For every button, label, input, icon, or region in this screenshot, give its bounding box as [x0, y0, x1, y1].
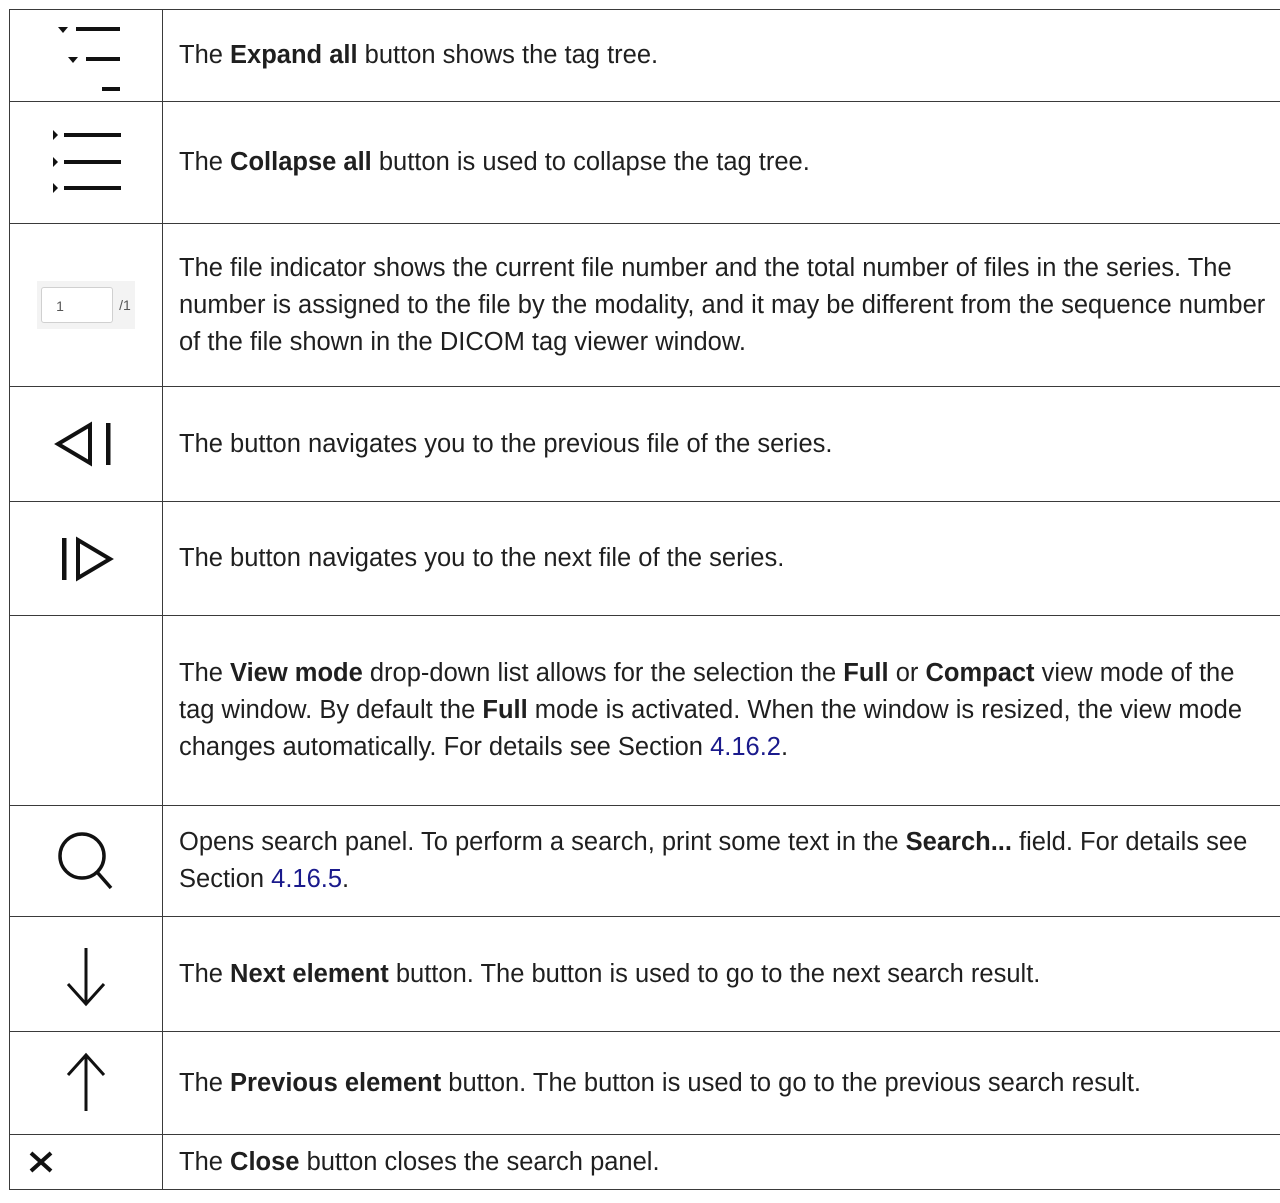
arrow-down-icon: [66, 948, 106, 1007]
icon-cell: [9, 615, 163, 806]
next-file-icon: [62, 535, 114, 582]
icon-cell: [9, 386, 163, 502]
description-cell: The button navigates you to the next fil…: [162, 501, 1280, 616]
view-mode-label: View mode: [230, 659, 363, 687]
icon-cell: [9, 916, 163, 1032]
table-row: The Close button closes the search panel…: [9, 1134, 1280, 1190]
section-link[interactable]: 4.16.5: [271, 865, 342, 893]
icon-cell: [9, 1134, 163, 1190]
table-row: The button navigates you to the previous…: [9, 386, 1280, 502]
expand-all-icon: [58, 26, 120, 91]
next-element-label: Next element: [230, 959, 389, 988]
description-cell: The Close button closes the search panel…: [162, 1134, 1280, 1190]
arrow-up-icon: [66, 1052, 106, 1111]
collapse-all-icon: [53, 129, 121, 193]
expand-all-label: Expand all: [230, 41, 358, 69]
description-cell: Opens search panel. To perform a search,…: [162, 805, 1280, 917]
section-link[interactable]: 4.16.2: [710, 733, 781, 761]
table-row: The button navigates you to the next fil…: [9, 501, 1280, 616]
toolbar-buttons-table: The Expand all button shows the tag tree…: [9, 9, 1280, 1190]
previous-file-icon: [54, 421, 111, 467]
close-label: Close: [230, 1147, 300, 1176]
table-row: The Next element button. The button is u…: [9, 916, 1280, 1032]
close-icon: [29, 1151, 53, 1173]
description-cell: The Next element button. The button is u…: [162, 916, 1280, 1032]
description-cell: The Expand all button shows the tag tree…: [162, 9, 1280, 102]
description-cell: The file indicator shows the current fil…: [162, 223, 1280, 387]
description-cell: The View mode drop-down list allows for …: [162, 615, 1280, 806]
icon-cell: [9, 9, 163, 102]
search-field-label: Search...: [905, 828, 1012, 856]
collapse-all-label: Collapse all: [230, 148, 372, 176]
table-row: The Expand all button shows the tag tree…: [9, 9, 1280, 102]
current-file-input[interactable]: 1: [41, 287, 114, 323]
icon-cell: [9, 101, 163, 224]
description-cell: The Previous element button. The button …: [162, 1031, 1280, 1135]
icon-cell: [9, 1031, 163, 1135]
table-row: 1 /1 The file indicator shows the curren…: [9, 223, 1280, 387]
file-indicator[interactable]: 1 /1: [37, 281, 135, 329]
description-cell: The button navigates you to the previous…: [162, 386, 1280, 502]
icon-cell: [9, 805, 163, 917]
total-files-label: /1: [119, 297, 131, 313]
search-icon: [58, 832, 113, 890]
icon-cell: [9, 501, 163, 616]
table-row: The View mode drop-down list allows for …: [9, 615, 1280, 806]
table-row: The Collapse all button is used to colla…: [9, 101, 1280, 224]
table-row: The Previous element button. The button …: [9, 1031, 1280, 1135]
icon-cell: 1 /1: [9, 223, 163, 387]
table-row: Opens search panel. To perform a search,…: [9, 805, 1280, 917]
previous-element-label: Previous element: [230, 1068, 442, 1097]
description-cell: The Collapse all button is used to colla…: [162, 101, 1280, 224]
